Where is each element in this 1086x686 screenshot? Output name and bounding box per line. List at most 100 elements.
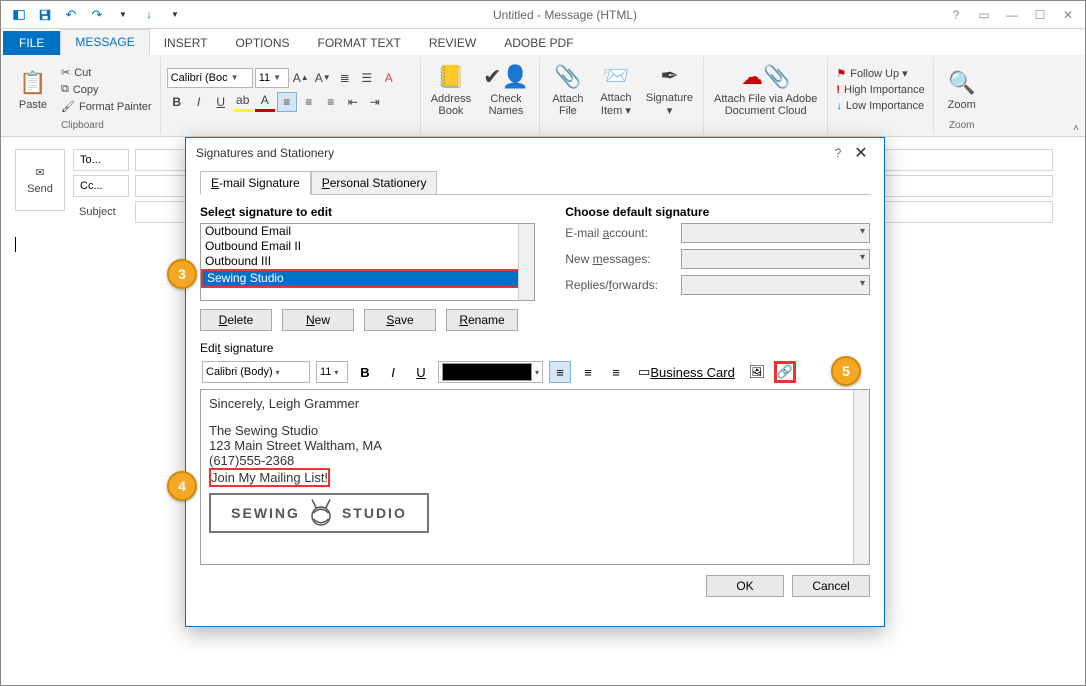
list-item-selected[interactable]: Sewing Studio bbox=[201, 269, 534, 288]
align-center-icon[interactable]: ≡ bbox=[577, 361, 599, 383]
text-cursor bbox=[15, 237, 16, 252]
cc-button[interactable]: Cc... bbox=[73, 175, 129, 197]
tab-file[interactable]: FILE bbox=[3, 31, 60, 55]
indent-decrease-icon[interactable]: ⇤ bbox=[343, 92, 363, 112]
undo-icon[interactable]: ↶ bbox=[59, 4, 83, 26]
attach-item-icon: 📨 bbox=[602, 62, 629, 90]
insert-hyperlink-icon[interactable]: 🔗 bbox=[774, 361, 796, 383]
highlight-icon[interactable]: ab bbox=[233, 92, 253, 112]
group-include: 📎Attach File 📨Attach Item ▾ ✒Signature ▾ bbox=[540, 57, 704, 134]
editor-line: Sincerely, Leigh Grammer bbox=[209, 396, 861, 411]
send-button[interactable]: ✉ Send bbox=[15, 149, 65, 211]
tab-format-text[interactable]: FORMAT TEXT bbox=[304, 31, 415, 55]
list-item[interactable]: Outbound Email II bbox=[201, 239, 534, 254]
adobe-attach-button[interactable]: ☁📎Attach File via Adobe Document Cloud bbox=[710, 59, 821, 120]
tab-review[interactable]: REVIEW bbox=[415, 31, 490, 55]
font-color-combo[interactable]: ▾ bbox=[438, 361, 543, 383]
align-left-icon[interactable]: ≡ bbox=[277, 92, 297, 112]
window-title: Untitled - Message (HTML) bbox=[187, 8, 943, 22]
color-swatch bbox=[442, 363, 532, 381]
clear-format-icon[interactable]: A bbox=[379, 68, 399, 88]
new-messages-select[interactable] bbox=[681, 249, 870, 269]
email-account-select[interactable] bbox=[681, 223, 870, 243]
tab-personal-stationery[interactable]: Personal Stationery bbox=[311, 171, 438, 195]
paste-button[interactable]: 📋 Paste bbox=[11, 59, 55, 120]
scrollbar[interactable] bbox=[853, 390, 869, 564]
italic-icon[interactable]: I bbox=[189, 92, 209, 112]
format-painter-button[interactable]: 🖌Format Painter bbox=[59, 99, 154, 114]
dialog-close-icon[interactable]: ✕ bbox=[848, 143, 874, 163]
bold-icon[interactable]: B bbox=[167, 92, 187, 112]
edit-font-combo[interactable]: Calibri (Body)▾ bbox=[202, 361, 310, 383]
qat-down-icon[interactable]: ▼ bbox=[111, 4, 135, 26]
signature-editor[interactable]: Sincerely, Leigh Grammer The Sewing Stud… bbox=[200, 389, 870, 565]
mailing-list-link[interactable]: Join My Mailing List! bbox=[209, 468, 330, 487]
cut-button[interactable]: ✂Cut bbox=[59, 65, 154, 80]
zoom-button[interactable]: 🔍Zoom bbox=[940, 59, 984, 120]
save-button[interactable]: Save bbox=[364, 309, 436, 331]
bullets-icon[interactable]: ≣ bbox=[335, 68, 355, 88]
signature-button[interactable]: ✒Signature ▾ bbox=[642, 59, 697, 120]
follow-up-button[interactable]: ⚑Follow Up ▾ bbox=[834, 66, 926, 81]
help-icon[interactable]: ? bbox=[943, 4, 969, 26]
signature-list[interactable]: Outbound Email Outbound Email II Outboun… bbox=[200, 223, 535, 301]
font-color-icon[interactable]: A bbox=[255, 92, 275, 112]
tab-email-signature[interactable]: E-mail Signature bbox=[200, 171, 311, 195]
ok-button[interactable]: OK bbox=[706, 575, 784, 597]
check-names-button[interactable]: ✔👤Check Names bbox=[479, 59, 533, 120]
choose-default-label: Choose default signature bbox=[565, 205, 870, 219]
underline-icon[interactable]: U bbox=[410, 361, 432, 383]
replies-forwards-select[interactable] bbox=[681, 275, 870, 295]
tab-adobe-pdf[interactable]: ADOBE PDF bbox=[490, 31, 587, 55]
tab-options[interactable]: OPTIONS bbox=[222, 31, 304, 55]
window-controls: ? ▭ — ☐ ✕ bbox=[943, 4, 1085, 26]
align-left-icon[interactable]: ≡ bbox=[549, 361, 571, 383]
insert-picture-icon[interactable]: 🖼 bbox=[746, 361, 768, 383]
scrollbar[interactable] bbox=[518, 224, 534, 300]
high-importance-button[interactable]: !High Importance bbox=[834, 83, 926, 97]
qat-more-icon[interactable]: ▼ bbox=[163, 4, 187, 26]
edit-size-combo[interactable]: 11▾ bbox=[316, 361, 348, 383]
close-icon[interactable]: ✕ bbox=[1055, 4, 1081, 26]
copy-button[interactable]: ⧉Copy bbox=[59, 82, 154, 97]
italic-icon[interactable]: I bbox=[382, 361, 404, 383]
align-right-icon[interactable]: ≡ bbox=[605, 361, 627, 383]
redo-icon[interactable]: ↷ bbox=[85, 4, 109, 26]
minimize-icon[interactable]: — bbox=[999, 4, 1025, 26]
qat-next-icon[interactable]: ↓ bbox=[137, 4, 161, 26]
to-button[interactable]: To... bbox=[73, 149, 129, 171]
address-book-button[interactable]: 📒Address Book bbox=[427, 59, 475, 120]
tab-message[interactable]: MESSAGE bbox=[60, 29, 149, 55]
font-name-combo[interactable]: Calibri (Boc▼ bbox=[167, 68, 253, 88]
align-center-icon[interactable]: ≡ bbox=[299, 92, 319, 112]
list-item[interactable]: Outbound III bbox=[201, 254, 534, 269]
list-item[interactable]: Outbound Email bbox=[201, 224, 534, 239]
business-card-button[interactable]: ▭ Business Card bbox=[633, 361, 740, 383]
bold-icon[interactable]: B bbox=[354, 361, 376, 383]
shrink-font-icon[interactable]: A▼ bbox=[313, 68, 333, 88]
underline-icon[interactable]: U bbox=[211, 92, 231, 112]
rename-button[interactable]: Rename bbox=[446, 309, 518, 331]
numbering-icon[interactable]: ☰ bbox=[357, 68, 377, 88]
attach-file-button[interactable]: 📎Attach File bbox=[546, 59, 590, 120]
save-icon[interactable] bbox=[33, 4, 57, 26]
indent-increase-icon[interactable]: ⇥ bbox=[365, 92, 385, 112]
low-importance-button[interactable]: ↓Low Importance bbox=[834, 99, 926, 113]
ribbon-options-icon[interactable]: ▭ bbox=[971, 4, 997, 26]
dialog-help-icon[interactable]: ? bbox=[828, 146, 848, 160]
tab-insert[interactable]: INSERT bbox=[150, 31, 222, 55]
group-zoom: 🔍Zoom Zoom bbox=[934, 57, 990, 134]
font-size-combo[interactable]: 11▼ bbox=[255, 68, 289, 88]
annotation-4: 4 bbox=[167, 471, 197, 501]
signatures-dialog: Signatures and Stationery ? ✕ E-mail Sig… bbox=[185, 137, 885, 627]
grow-font-icon[interactable]: A▲ bbox=[291, 68, 311, 88]
paste-icon: 📋 bbox=[19, 69, 46, 97]
collapse-ribbon-icon[interactable]: ˄ bbox=[1073, 123, 1079, 134]
new-button[interactable]: New bbox=[282, 309, 354, 331]
align-right-icon[interactable]: ≡ bbox=[321, 92, 341, 112]
cancel-button[interactable]: Cancel bbox=[792, 575, 870, 597]
maximize-icon[interactable]: ☐ bbox=[1027, 4, 1053, 26]
magnifier-icon: 🔍 bbox=[948, 69, 975, 97]
delete-button[interactable]: Delete bbox=[200, 309, 272, 331]
attach-item-button[interactable]: 📨Attach Item ▾ bbox=[594, 59, 638, 120]
